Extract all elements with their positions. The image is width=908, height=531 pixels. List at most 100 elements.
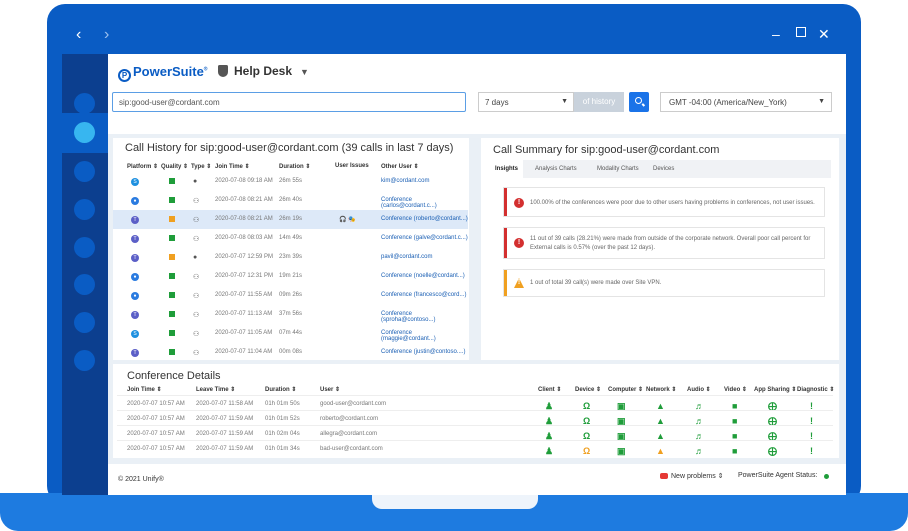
- webex-icon: ●: [131, 273, 139, 281]
- back-icon[interactable]: ‹: [76, 26, 81, 44]
- col-video[interactable]: Video ⇕: [724, 386, 747, 393]
- table-row[interactable]: T ⚇ 2020-07-07 11:13 AM 37m 56s Conference (…: [113, 305, 468, 324]
- agent-status-label: PowerSuite Agent Status:: [738, 472, 818, 479]
- group-icon: ⚇: [193, 198, 200, 205]
- rail-item-5[interactable]: [74, 237, 95, 258]
- minimize-icon[interactable]: –: [772, 26, 780, 42]
- col-diagnostic[interactable]: Diagnostic ⇕: [797, 386, 834, 393]
- join-time: 2020-07-07 12:31 PM: [215, 273, 274, 279]
- duration: 01h 01m 34s: [265, 446, 300, 452]
- rail-item-2[interactable]: [74, 122, 95, 143]
- tab-devices[interactable]: Devices: [653, 166, 674, 172]
- teams-icon: T: [131, 349, 139, 357]
- other-user-link[interactable]: Conference (roberto@cordant...): [381, 216, 468, 222]
- audio-icon: ♬: [695, 446, 704, 456]
- duration: 26m 55s: [279, 178, 303, 184]
- table-row[interactable]: 2020-07-07 10:57 AM 2020-07-07 11:59 AM 01…: [117, 440, 833, 456]
- tab-insights[interactable]: Insights: [495, 166, 518, 172]
- left-rail: [62, 54, 108, 495]
- other-user-link[interactable]: Conference (francesco@cord...): [381, 292, 466, 298]
- table-row[interactable]: 2020-07-07 10:57 AM 2020-07-07 11:58 AM 01…: [117, 395, 833, 411]
- timezone-select[interactable]: GMT -04:00 (America/New_York) ▼: [660, 92, 832, 112]
- col-type[interactable]: Type ⇕: [191, 163, 211, 170]
- rail-item-4[interactable]: [74, 199, 95, 220]
- group-icon: ⚇: [193, 331, 200, 338]
- conference-details-title: Conference Details: [127, 370, 221, 382]
- quality-indicator: [169, 197, 175, 203]
- join-time: 2020-07-08 08:21 AM: [215, 216, 273, 222]
- insight-card: ! 11 out of 39 calls (28.21%) were made …: [503, 227, 825, 259]
- search-input[interactable]: [112, 92, 466, 112]
- other-user-link[interactable]: Conference (galve@cordant.c...): [381, 235, 468, 241]
- col-app-sharing[interactable]: App Sharing ⇕: [754, 386, 796, 393]
- col-client[interactable]: Client ⇕: [538, 386, 561, 393]
- col-duration[interactable]: Duration ⇕: [265, 386, 296, 393]
- rail-item-8[interactable]: [74, 350, 95, 371]
- table-row[interactable]: ● ⚇ 2020-07-08 08:21 AM 26m 40s Conference (…: [113, 191, 468, 210]
- rail-item-3[interactable]: [74, 161, 95, 182]
- close-icon[interactable]: ✕: [818, 26, 830, 43]
- rail-item-7[interactable]: [74, 312, 95, 333]
- col-network[interactable]: Network ⇕: [646, 386, 676, 393]
- maximize-icon[interactable]: [796, 27, 806, 37]
- search-button[interactable]: [629, 92, 649, 112]
- days-select[interactable]: 7 days ▼: [478, 92, 574, 112]
- table-row[interactable]: ● ⚇ 2020-07-07 11:55 AM 09m 26s Conference (…: [113, 286, 468, 305]
- user: bad-user@cordant.com: [320, 446, 383, 452]
- duration: 09m 26s: [279, 292, 303, 298]
- table-row[interactable]: T ● 2020-07-07 12:59 PM 23m 39s pavil@cordan…: [113, 248, 468, 267]
- other-user-link[interactable]: Conference (carlos@cordant.c...): [381, 197, 468, 209]
- col-audio[interactable]: Audio ⇕: [687, 386, 711, 393]
- user: allegra@cordant.com: [320, 431, 378, 437]
- tab-analysis-charts[interactable]: Analysis Charts: [535, 166, 577, 172]
- col-join-time[interactable]: Join Time ⇕: [127, 386, 162, 393]
- col-user[interactable]: User ⇕: [320, 386, 340, 393]
- other-user-link[interactable]: Conference (sproha@contoso...): [381, 311, 468, 323]
- help-desk-menu[interactable]: Help Desk ▼: [218, 64, 309, 78]
- chevron-down-icon: ▼: [561, 98, 568, 105]
- table-row[interactable]: 2020-07-07 10:57 AM 2020-07-07 11:59 AM 01…: [117, 425, 833, 441]
- new-problems-link[interactable]: New problems ⇕: [671, 472, 724, 480]
- table-row[interactable]: T ⚇ 2020-07-08 08:03 AM 14m 49s Conference (…: [113, 229, 468, 248]
- other-user-link[interactable]: kim@cordant.com: [381, 178, 429, 184]
- error-icon: !: [514, 198, 524, 208]
- col-device[interactable]: Device ⇕: [575, 386, 601, 393]
- col-platform[interactable]: Platform ⇕: [127, 163, 158, 170]
- col-quality[interactable]: Quality ⇕: [161, 163, 188, 170]
- table-row[interactable]: T ⚇ 2020-07-08 08:21 AM 26m 19s 🎧 🎭 Conferenc…: [113, 210, 468, 229]
- rail-item-1[interactable]: [74, 93, 95, 114]
- col-computer[interactable]: Computer ⇕: [608, 386, 643, 393]
- table-row[interactable]: T ⚇ 2020-07-07 11:04 AM 00m 08s Conference (…: [113, 343, 468, 362]
- table-row[interactable]: S ● 2020-07-08 09:18 AM 26m 55s kim@cordant.…: [113, 172, 468, 191]
- tab-modality-charts[interactable]: Modality Charts: [597, 166, 639, 172]
- col-join-time[interactable]: Join Time ⇕: [215, 163, 250, 170]
- other-user-link[interactable]: Conference (noelle@cordant...): [381, 273, 465, 279]
- join-time: 2020-07-07 10:57 AM: [127, 401, 185, 407]
- table-row[interactable]: ● ⚇ 2020-07-07 12:31 PM 19m 21s Conference (…: [113, 267, 468, 286]
- other-user-link[interactable]: Conference (justin@contoso....): [381, 349, 465, 355]
- leave-time: 2020-07-07 11:59 AM: [196, 431, 254, 437]
- other-user-link[interactable]: pavil@cordant.com: [381, 254, 432, 260]
- other-user-link[interactable]: Conference (maggie@cordant...): [381, 330, 468, 342]
- quality-indicator: [169, 235, 175, 241]
- col-other-user[interactable]: Other User ⇕: [381, 163, 419, 170]
- warning-icon: !: [514, 278, 524, 288]
- col-duration[interactable]: Duration ⇕: [279, 163, 310, 170]
- laptop-notch: [372, 493, 538, 509]
- search-icon: [635, 97, 642, 104]
- table-row[interactable]: S ⚇ 2020-07-07 11:05 AM 07m 44s Conference (…: [113, 324, 468, 343]
- client-icon: ♟: [545, 446, 554, 456]
- duration: 19m 21s: [279, 273, 303, 279]
- rail-item-6[interactable]: [74, 274, 95, 295]
- group-icon: ⚇: [193, 293, 200, 300]
- table-row[interactable]: 2020-07-07 10:57 AM 2020-07-07 11:59 AM 01…: [117, 410, 833, 426]
- quality-indicator: [169, 254, 175, 260]
- forward-icon[interactable]: ›: [104, 26, 109, 44]
- quality-indicator: [169, 330, 175, 336]
- duration: 01h 01m 52s: [265, 416, 300, 422]
- duration: 23m 39s: [279, 254, 303, 260]
- user: roberto@cordant.com: [320, 416, 379, 422]
- quality-indicator: [169, 349, 175, 355]
- call-history-panel: Call History for sip:good-user@cordant.c…: [113, 138, 469, 360]
- col-leave-time[interactable]: Leave Time ⇕: [196, 386, 235, 393]
